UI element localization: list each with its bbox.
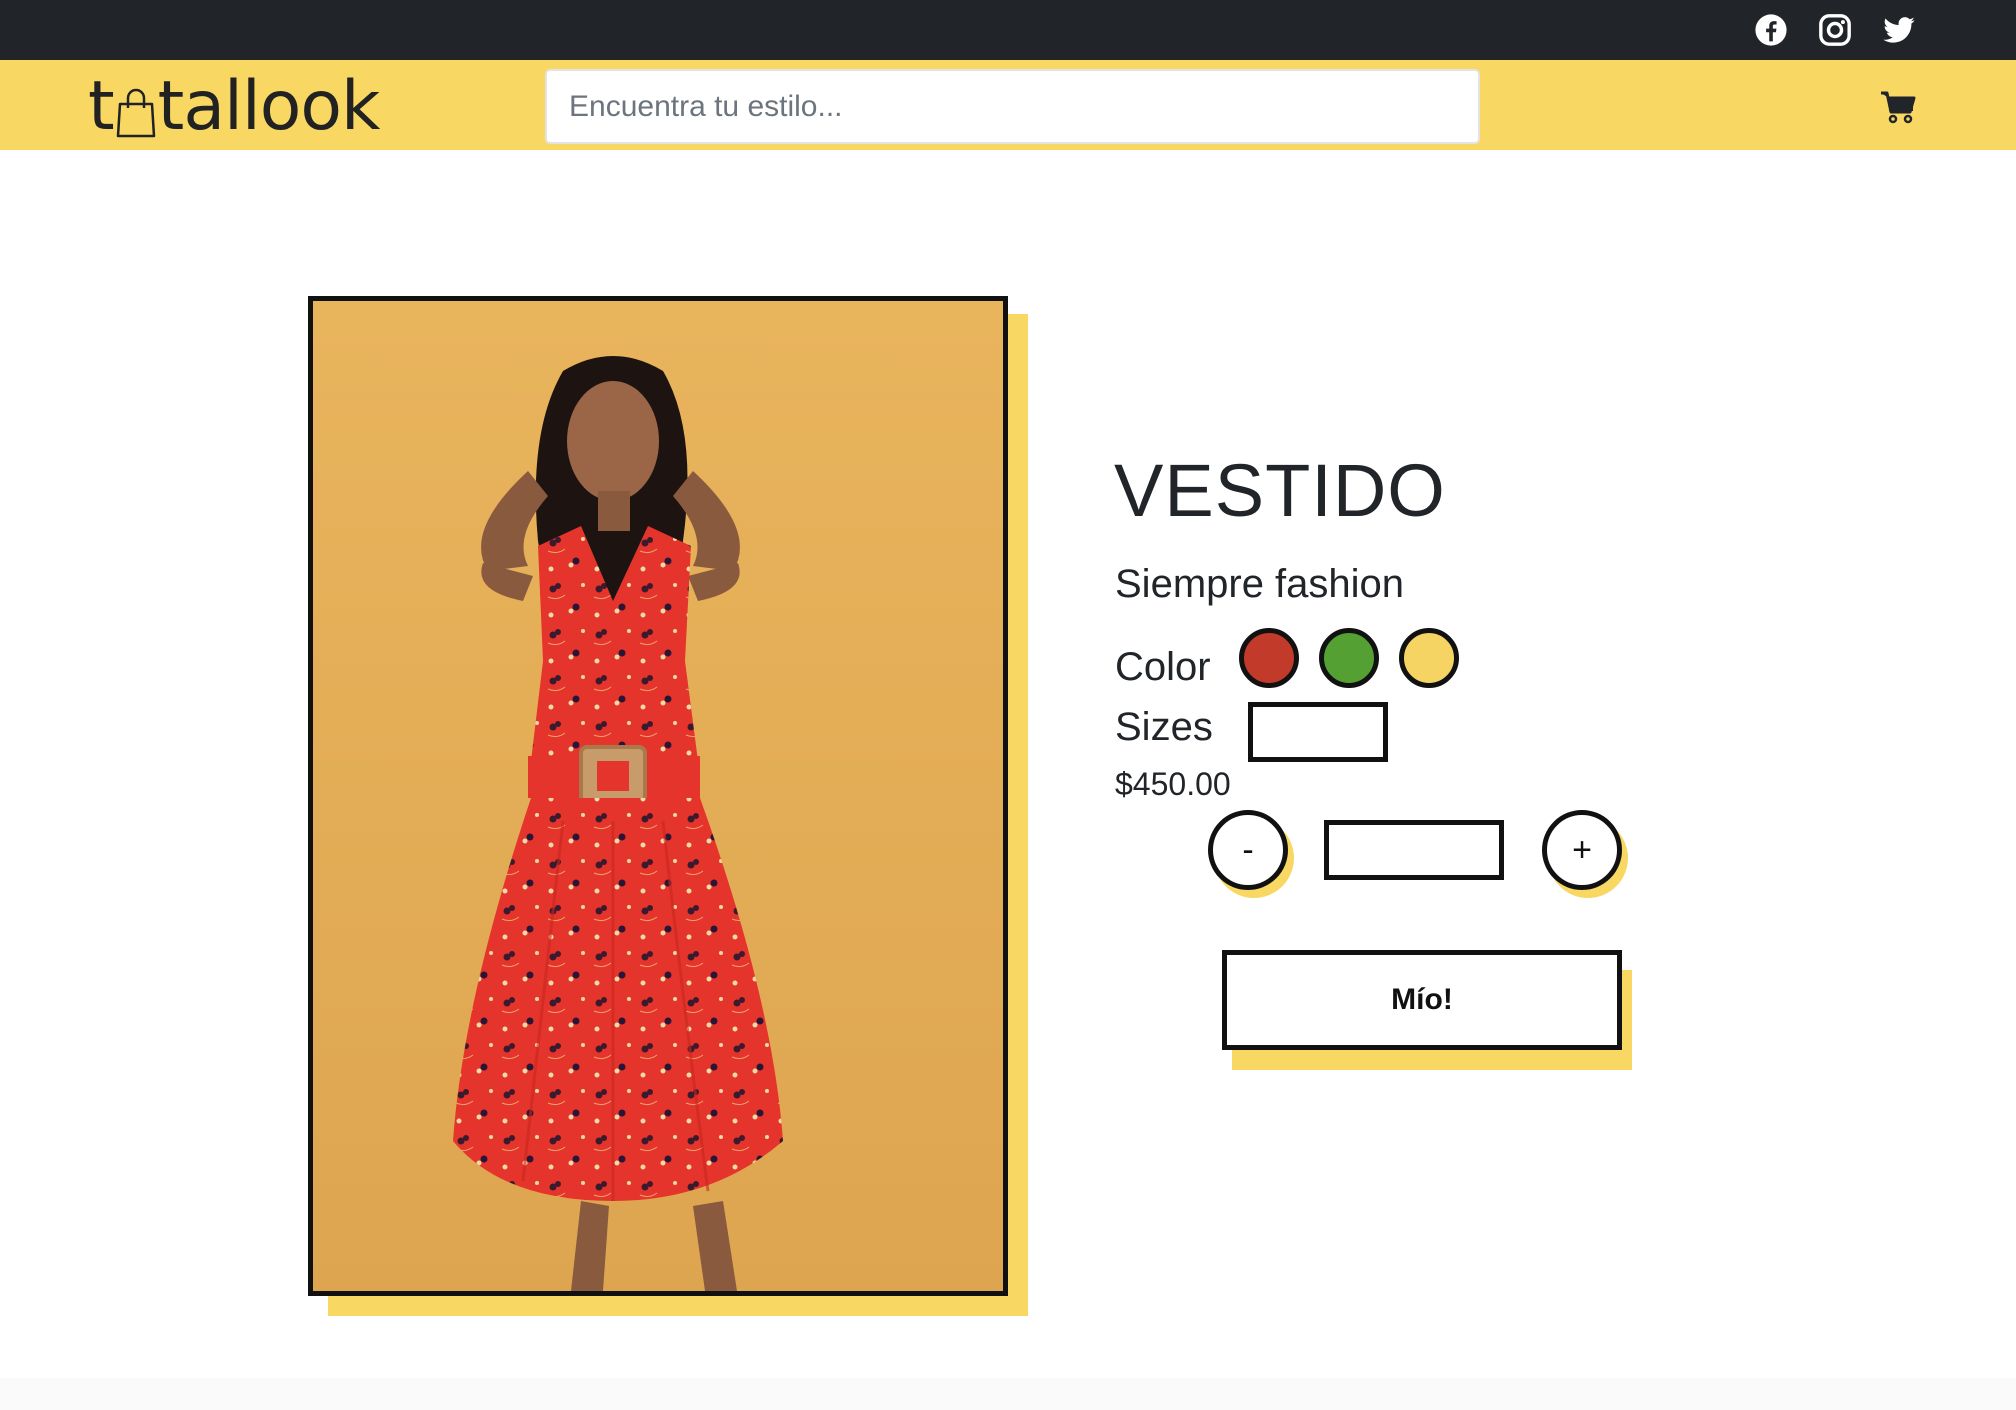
facebook-icon[interactable] bbox=[1751, 10, 1791, 50]
totallook-logo[interactable]: t tallook bbox=[88, 66, 381, 146]
site-header: t tallook bbox=[0, 60, 2016, 150]
color-swatch-green[interactable] bbox=[1319, 628, 1379, 688]
decrement-button[interactable]: - bbox=[1208, 810, 1288, 890]
search-input[interactable] bbox=[545, 69, 1480, 144]
top-social-bar bbox=[0, 0, 2016, 60]
increment-button[interactable]: + bbox=[1542, 810, 1622, 890]
logo-text-prefix: t bbox=[88, 66, 115, 146]
footer-strip bbox=[0, 1378, 2016, 1410]
twitter-icon[interactable] bbox=[1879, 10, 1919, 50]
product-title: VESTIDO bbox=[1114, 449, 1446, 532]
shopping-bag-icon bbox=[116, 88, 155, 138]
color-label: Color bbox=[1115, 645, 1211, 689]
decrement-group: - bbox=[1208, 810, 1294, 898]
model-in-red-dress-illustration bbox=[313, 301, 1003, 1291]
product-image bbox=[308, 296, 1008, 1296]
instagram-icon[interactable] bbox=[1815, 10, 1855, 50]
quantity-input[interactable] bbox=[1324, 820, 1504, 880]
product-price: $450.00 bbox=[1115, 766, 1231, 802]
size-selector[interactable] bbox=[1248, 702, 1388, 762]
logo-text-suffix: tallook bbox=[157, 66, 381, 146]
buy-button[interactable]: Mío! bbox=[1222, 950, 1622, 1050]
color-swatch-red[interactable] bbox=[1239, 628, 1299, 688]
product-subtitle: Siempre fashion bbox=[1115, 562, 1405, 606]
sizes-label: Sizes bbox=[1115, 705, 1213, 749]
cart-icon[interactable] bbox=[1880, 90, 1916, 124]
color-swatch-yellow[interactable] bbox=[1399, 628, 1459, 688]
increment-group: + bbox=[1542, 810, 1628, 898]
